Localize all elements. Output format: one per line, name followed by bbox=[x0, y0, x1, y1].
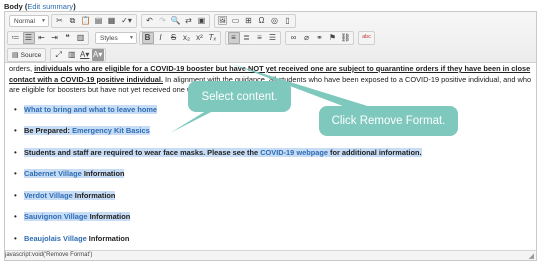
select-callout-text: Select content. bbox=[201, 90, 278, 103]
select-content-callout: Select content. bbox=[188, 81, 291, 112]
remove-format-callout: Click Remove Format. bbox=[319, 106, 458, 136]
callout-pointers bbox=[170, 64, 374, 133]
remove-callout-text: Click Remove Format. bbox=[331, 115, 446, 127]
